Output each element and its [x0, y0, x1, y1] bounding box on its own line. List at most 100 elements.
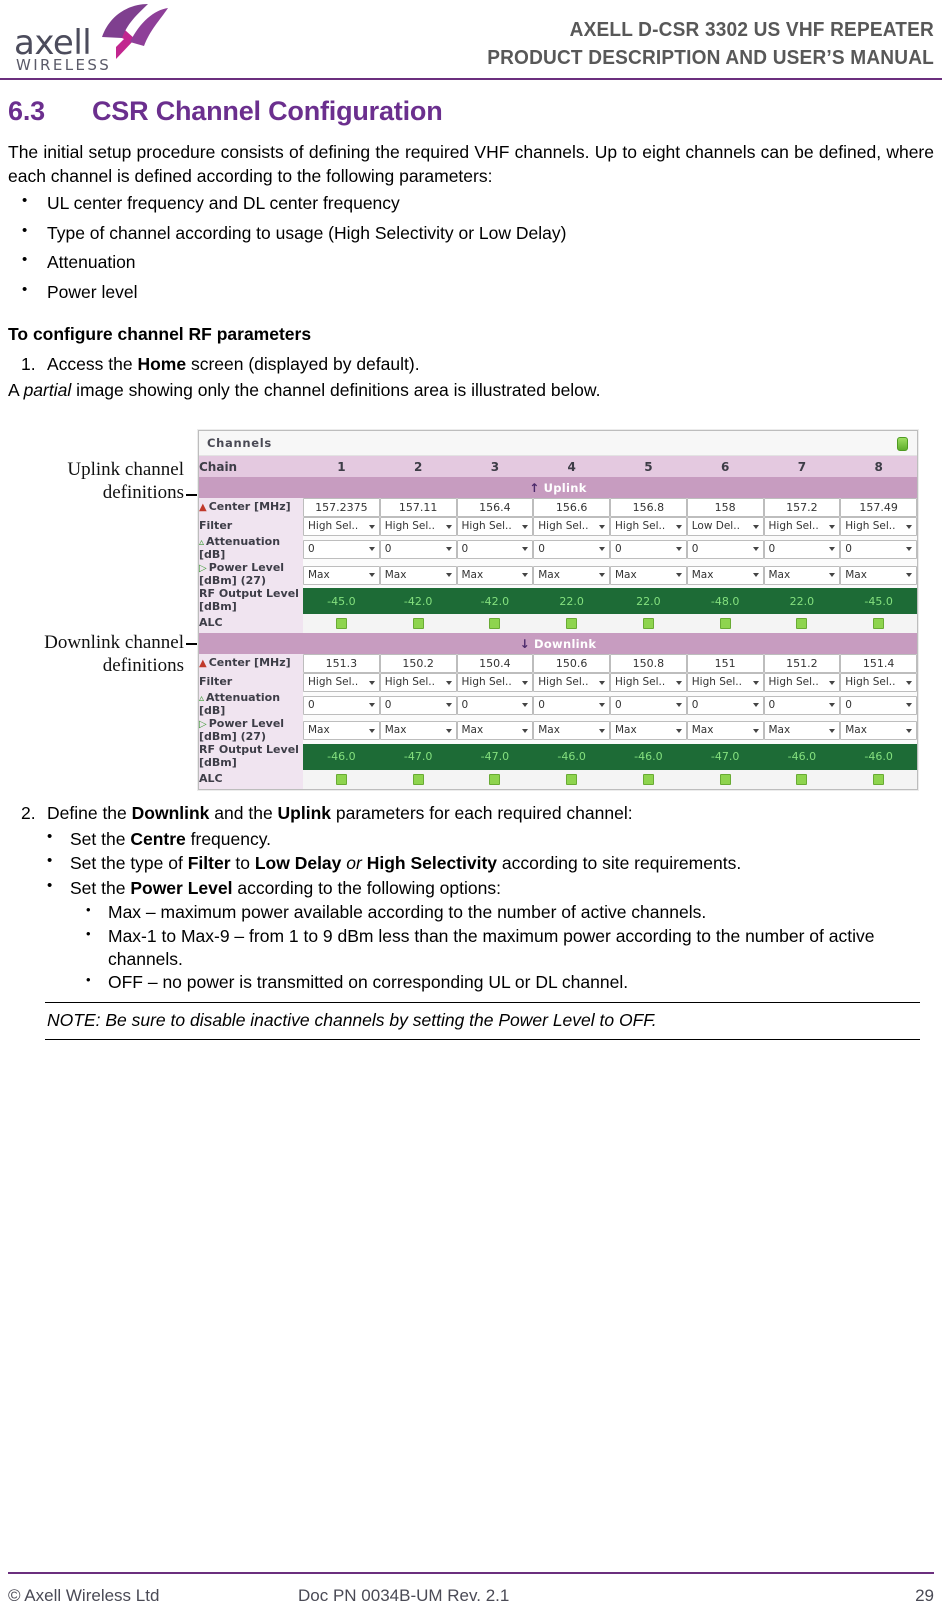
- dl-power-select-2[interactable]: Max: [379, 721, 457, 741]
- dl-power-select-6[interactable]: Max: [686, 721, 764, 741]
- ul-filter-value-3: High Sel..: [461, 520, 512, 533]
- dl-center-input-1[interactable]: 151.3: [303, 654, 380, 674]
- ul-attenuation-select-1[interactable]: 0: [303, 539, 380, 559]
- dl-power-select-8[interactable]: Max: [840, 721, 917, 741]
- dl-filter-select-8[interactable]: High Sel..: [840, 673, 917, 693]
- ul-center-input-3[interactable]: 156.4: [456, 498, 534, 518]
- ul-filter-select-4[interactable]: High Sel..: [533, 517, 610, 537]
- ul-attenuation-select-8[interactable]: 0: [840, 539, 917, 559]
- step-2-pre: Define the: [47, 803, 132, 824]
- ul-center-input-8[interactable]: 157.49: [840, 498, 917, 518]
- dl-alc-led-6[interactable]: [719, 773, 731, 785]
- ul-attenuation-value-5: 0: [615, 542, 622, 555]
- table-row-ul-alc: ALC: [199, 614, 917, 634]
- dl-power-select-5[interactable]: Max: [610, 721, 687, 741]
- dl-attenuation-select-6[interactable]: 0: [686, 695, 764, 715]
- ul-alc-led-8[interactable]: [873, 618, 885, 630]
- ul-alc-led-5[interactable]: [642, 618, 654, 630]
- ul-filter-select-7[interactable]: High Sel..: [763, 517, 841, 537]
- ul-alc-led-7[interactable]: [796, 618, 808, 630]
- section-number: 6.3: [8, 96, 45, 126]
- dl-attenuation-select-7[interactable]: 0: [763, 695, 841, 715]
- ul-filter-select-6[interactable]: Low Del..: [686, 517, 764, 537]
- chain-label: Chain: [199, 456, 303, 478]
- ul-filter-select-1[interactable]: High Sel..: [303, 517, 380, 537]
- chevron-down-icon: [829, 680, 836, 685]
- ul-attenuation-select-5[interactable]: 0: [610, 539, 687, 559]
- dl-alc-led-2[interactable]: [412, 773, 424, 785]
- dl-attenuation-select-5[interactable]: 0: [610, 695, 687, 715]
- dl-center-input-3[interactable]: 150.4: [456, 654, 534, 674]
- dl-rf-output-value-8: -46.0: [840, 743, 917, 770]
- dl-filter-select-1[interactable]: High Sel..: [303, 673, 380, 693]
- ul-power-select-5[interactable]: Max: [610, 565, 687, 585]
- dl-center-input-5[interactable]: 150.8: [610, 654, 687, 674]
- dl-power-value-8: Max: [845, 724, 867, 737]
- ul-alc-led-4[interactable]: [566, 618, 578, 630]
- dl-attenuation-select-3[interactable]: 0: [456, 695, 534, 715]
- logo-wordmark: axell: [14, 23, 92, 63]
- dl-attenuation-value-3: 0: [461, 698, 469, 711]
- dl-alc-led-5[interactable]: [642, 773, 654, 785]
- ul-power-select-4[interactable]: Max: [533, 565, 610, 585]
- ul-power-value-1: Max: [308, 568, 330, 581]
- ul-center-input-4[interactable]: 156.6: [533, 498, 610, 518]
- dl-attenuation-select-4[interactable]: 0: [533, 695, 610, 715]
- dl-center-input-2[interactable]: 150.2: [379, 654, 457, 674]
- ul-power-select-6[interactable]: Max: [686, 565, 764, 585]
- dl-attenuation-value-2: 0: [384, 698, 392, 711]
- ul-center-input-7[interactable]: 157.2: [763, 498, 841, 518]
- ul-center-input-1[interactable]: 157.2375: [303, 498, 380, 518]
- ul-center-input-6[interactable]: 158: [686, 498, 764, 518]
- ul-power-select-2[interactable]: Max: [379, 565, 457, 585]
- ul-filter-select-3[interactable]: High Sel..: [456, 517, 534, 537]
- dl-power-select-7[interactable]: Max: [763, 721, 841, 741]
- dl-filter-select-5[interactable]: High Sel..: [610, 673, 687, 693]
- ul-power-select-1[interactable]: Max: [303, 565, 380, 585]
- dl-filter-select-7[interactable]: High Sel..: [763, 673, 841, 693]
- ul-attenuation-select-6[interactable]: 0: [686, 539, 764, 559]
- ul-filter-select-5[interactable]: High Sel..: [610, 517, 687, 537]
- dl-alc-led-8[interactable]: [873, 773, 885, 785]
- ul-attenuation-select-2[interactable]: 0: [379, 539, 457, 559]
- ul-alc-led-1[interactable]: [335, 618, 347, 630]
- dl-filter-select-6[interactable]: High Sel..: [686, 673, 764, 693]
- partial-italic: partial: [23, 379, 72, 400]
- chevron-down-icon: [445, 680, 452, 685]
- dl-alc-led-1[interactable]: [335, 773, 347, 785]
- dl-center-input-8[interactable]: 151.4: [840, 654, 917, 674]
- dl-center-input-7[interactable]: 151.2: [763, 654, 841, 674]
- dl-alc-led-3[interactable]: [489, 773, 501, 785]
- ul-power-select-7[interactable]: Max: [763, 565, 841, 585]
- chevron-down-icon: [368, 703, 375, 708]
- dl-filter-value-4: High Sel..: [538, 676, 589, 689]
- dl-power-select-3[interactable]: Max: [456, 721, 534, 741]
- ul-alc-led-6[interactable]: [719, 618, 731, 630]
- dl-filter-select-2[interactable]: High Sel..: [379, 673, 457, 693]
- ul-power-select-3[interactable]: Max: [456, 565, 534, 585]
- dl-attenuation-select-1[interactable]: 0: [303, 695, 380, 715]
- ul-alc-led-2[interactable]: [412, 618, 424, 630]
- dl-center-input-4[interactable]: 150.6: [533, 654, 610, 674]
- dl-attenuation-select-8[interactable]: 0: [840, 695, 917, 715]
- dl-attenuation-select-2[interactable]: 0: [379, 695, 457, 715]
- dl-alc-led-4[interactable]: [566, 773, 578, 785]
- dl-alc-led-7[interactable]: [796, 773, 808, 785]
- ul-filter-select-2[interactable]: High Sel..: [379, 517, 457, 537]
- ul-center-input-5[interactable]: 156.8: [610, 498, 687, 518]
- dl-power-select-4[interactable]: Max: [533, 721, 610, 741]
- chevron-down-icon: [906, 703, 912, 708]
- dl-center-input-6[interactable]: 151: [686, 654, 764, 674]
- dl-filter-select-4[interactable]: High Sel..: [533, 673, 610, 693]
- ul-attenuation-select-7[interactable]: 0: [763, 539, 841, 559]
- ul-power-select-8[interactable]: Max: [840, 565, 917, 585]
- step-2-bold-downlink: Downlink: [131, 803, 210, 824]
- ul-attenuation-select-3[interactable]: 0: [456, 539, 534, 559]
- list-item: UL center frequency and DL center freque…: [8, 191, 934, 216]
- ul-alc-led-3[interactable]: [489, 618, 501, 630]
- ul-filter-select-8[interactable]: High Sel..: [840, 517, 917, 537]
- dl-power-select-1[interactable]: Max: [303, 721, 380, 741]
- ul-center-input-2[interactable]: 157.11: [379, 498, 457, 518]
- dl-filter-select-3[interactable]: High Sel..: [456, 673, 534, 693]
- ul-attenuation-select-4[interactable]: 0: [533, 539, 610, 559]
